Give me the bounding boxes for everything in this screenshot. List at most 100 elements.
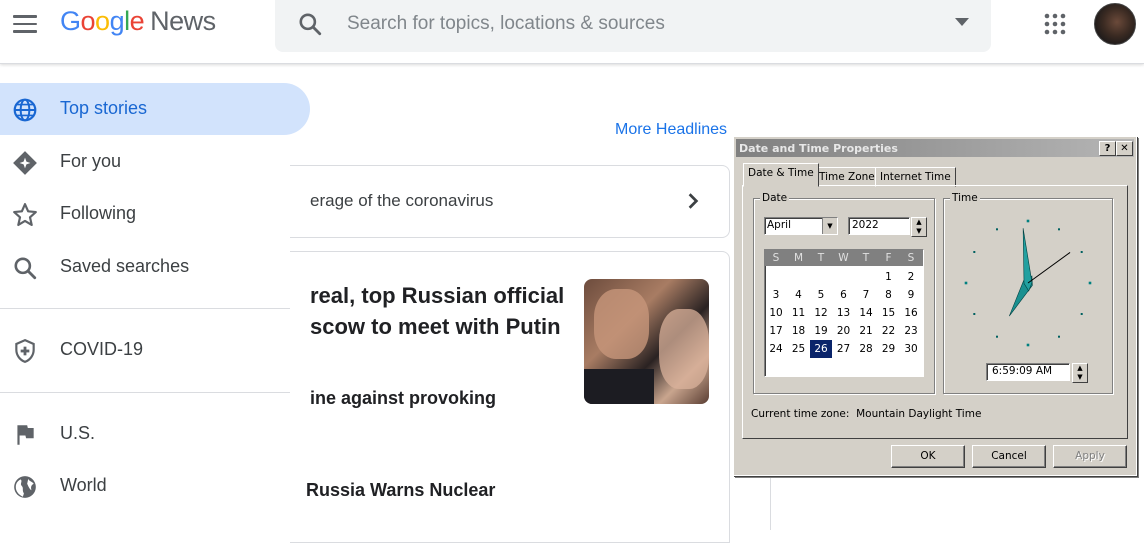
clock-tick — [1080, 251, 1083, 253]
tab-date-time[interactable]: Date & Time — [743, 163, 819, 187]
search-icon[interactable] — [297, 11, 323, 37]
calendar-day[interactable]: 27 — [833, 340, 855, 358]
search-input[interactable] — [345, 8, 929, 40]
dialog-titlebar[interactable]: Date and Time Properties ? ✕ — [736, 139, 1134, 157]
clock-tick — [964, 281, 968, 285]
calendar-day[interactable]: 19 — [810, 322, 832, 340]
calendar-day[interactable]: 18 — [788, 322, 810, 340]
cancel-button[interactable]: Cancel — [972, 445, 1046, 468]
calendar-day[interactable]: 3 — [765, 286, 787, 304]
clock-tick — [1026, 343, 1030, 347]
close-button[interactable]: ✕ — [1116, 141, 1133, 156]
calendar-day[interactable]: 22 — [878, 322, 900, 340]
spin-up-icon[interactable]: ▲ — [912, 218, 926, 227]
calendar-day[interactable]: 4 — [788, 286, 810, 304]
calendar-weekday: M — [793, 252, 804, 264]
more-headlines-link[interactable]: More Headlines — [615, 121, 727, 139]
ok-button[interactable]: OK — [891, 445, 965, 468]
covid-coverage-card[interactable]: erage of the coronavirus — [290, 165, 730, 238]
sidebar-item-top-stories[interactable]: Top stories — [0, 83, 310, 135]
calendar-day[interactable]: 7 — [855, 286, 877, 304]
time-spinner[interactable]: ▲ ▼ — [1072, 363, 1088, 383]
calendar-day[interactable]: 2 — [900, 268, 922, 286]
logo-letter: e — [129, 6, 145, 36]
calendar-day[interactable]: 28 — [855, 340, 877, 358]
calendar-day[interactable]: 16 — [900, 304, 922, 322]
sidebar-item-world[interactable]: World — [0, 460, 310, 512]
date-groupbox: Date April ▼ 2022 ▲ ▼ SMTWTFS 1234567891… — [753, 192, 935, 394]
calendar-day[interactable]: 26 — [809, 339, 833, 359]
help-button[interactable]: ? — [1099, 141, 1116, 156]
calendar-day[interactable]: 10 — [765, 304, 787, 322]
sidebar-item-for-you[interactable]: For you — [0, 136, 310, 188]
apps-icon[interactable] — [1043, 12, 1067, 36]
calendar-day[interactable]: 23 — [900, 322, 922, 340]
calendar-day[interactable]: 8 — [878, 286, 900, 304]
calendar-day[interactable]: 11 — [788, 304, 810, 322]
calendar-grid[interactable]: SMTWTFS 1 2 3 4 5 6 7 8 9 10 11 12 13 14 15 16 17 18 19 20 2… — [764, 249, 924, 377]
calendar-day[interactable]: 24 — [765, 340, 787, 358]
star-icon — [13, 203, 37, 227]
calendar-day[interactable]: 13 — [833, 304, 855, 322]
search-bar[interactable] — [275, 0, 991, 52]
clock-tick — [1026, 219, 1030, 223]
spin-down-icon[interactable]: ▼ — [1073, 373, 1087, 382]
top-app-bar: Google News — [0, 0, 1144, 64]
google-news-logo[interactable]: Google News — [60, 6, 216, 42]
apply-button[interactable]: Apply — [1053, 445, 1127, 468]
calendar-weekday: S — [907, 252, 915, 264]
tab-internet-time[interactable]: Internet Time — [875, 167, 956, 187]
calendar-day[interactable]: 12 — [810, 304, 832, 322]
calendar-weekday: T — [862, 252, 870, 264]
story-headline[interactable]: Russia Warns Nuclear — [306, 480, 495, 501]
time-field[interactable]: 6:59:09 AM — [986, 363, 1070, 381]
calendar-day[interactable]: 30 — [900, 340, 922, 358]
spin-up-icon[interactable]: ▲ — [1073, 364, 1087, 373]
logo-letter: o — [80, 6, 96, 36]
calendar-day[interactable]: 29 — [878, 340, 900, 358]
sidebar-item-covid-19[interactable]: COVID-19 — [0, 324, 310, 376]
story-card: real, top Russian official scow to meet … — [290, 251, 730, 543]
chevron-down-icon[interactable]: ▼ — [822, 218, 837, 234]
clock-tick — [1080, 313, 1083, 315]
calendar-day[interactable]: 20 — [833, 322, 855, 340]
story-thumbnail[interactable] — [584, 279, 709, 404]
chevron-down-icon[interactable] — [955, 17, 969, 27]
sidebar-divider — [0, 308, 290, 309]
calendar-weekday: S — [772, 252, 780, 264]
sidebar-item-following[interactable]: Following — [0, 188, 310, 240]
logo-letter: o — [95, 6, 110, 36]
story-headline[interactable]: real, top Russian official scow to meet … — [310, 280, 575, 342]
month-select[interactable]: April ▼ — [764, 217, 838, 235]
year-field[interactable]: 2022 — [848, 217, 910, 235]
calendar-day[interactable]: 5 — [810, 286, 832, 304]
calendar-day[interactable]: 21 — [855, 322, 877, 340]
tab-panel: Date April ▼ 2022 ▲ ▼ SMTWTFS 1234567891… — [742, 185, 1128, 439]
sidebar-item-saved-searches[interactable]: Saved searches — [0, 241, 310, 293]
time-groupbox: Time 6:59:09 AM ▲ ▼ — [943, 192, 1113, 394]
calendar-day[interactable]: 14 — [855, 304, 877, 322]
year-spinner[interactable]: ▲ ▼ — [911, 217, 927, 237]
calendar-day[interactable]: 6 — [833, 286, 855, 304]
story-headline[interactable]: ine against provoking — [310, 388, 496, 409]
calendar-day[interactable]: 9 — [900, 286, 922, 304]
avatar[interactable] — [1094, 3, 1136, 45]
sidebar-item-label: Top stories — [60, 98, 148, 118]
clock-tick — [1088, 281, 1092, 285]
year-value: 2022 — [852, 219, 879, 231]
sidebar-item-us[interactable]: U.S. — [0, 408, 310, 460]
calendar-day[interactable]: 15 — [878, 304, 900, 322]
diamond-icon — [13, 151, 37, 175]
spin-down-icon[interactable]: ▼ — [912, 227, 926, 236]
clock-tick — [973, 251, 976, 253]
calendar-day[interactable]: 1 — [878, 268, 900, 286]
chevron-right-icon — [688, 193, 699, 209]
time-value: 6:59:09 AM — [992, 365, 1053, 377]
sidebar-item-label: COVID-19 — [60, 339, 144, 359]
menu-icon[interactable] — [12, 12, 38, 36]
time-group-label: Time — [950, 192, 980, 204]
calendar-day[interactable]: 17 — [765, 322, 787, 340]
calendar-day[interactable]: 25 — [788, 340, 810, 358]
tab-time-zone[interactable]: Time Zone — [814, 167, 880, 187]
logo-letter: G — [60, 6, 81, 36]
